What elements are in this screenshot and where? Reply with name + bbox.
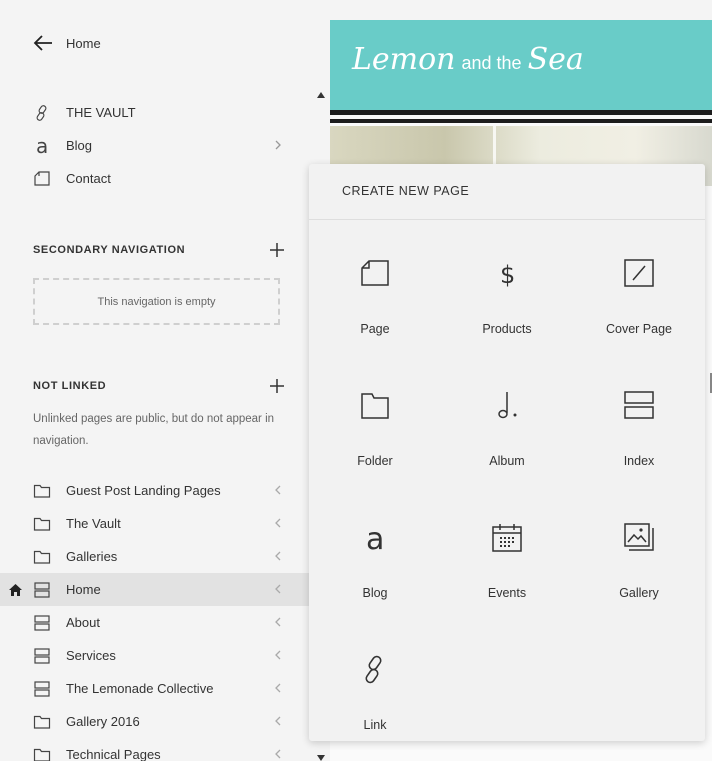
folder-icon	[33, 517, 51, 531]
index-icon	[34, 582, 50, 598]
tile-label: Link	[363, 718, 387, 732]
dollar-icon: $	[500, 261, 515, 289]
add-unlinked-page-icon[interactable]	[269, 378, 285, 394]
secondary-navigation-title: SECONDARY NAVIGATION	[33, 244, 186, 256]
secondary-navigation-empty-box[interactable]: This navigation is empty	[33, 278, 280, 325]
nav-item-label: Guest Post Landing Pages	[66, 483, 221, 498]
logo-word-sea: Sea	[527, 42, 584, 77]
not-linked-item-guest-post-landing-pages[interactable]: Guest Post Landing Pages	[0, 474, 310, 507]
folder-icon	[33, 715, 51, 729]
create-events-tile[interactable]: Events	[441, 428, 573, 600]
calendar-icon	[492, 524, 522, 552]
folder-icon	[33, 748, 51, 761]
create-products-tile[interactable]: $ Products	[441, 164, 573, 336]
empty-navigation-text: This navigation is empty	[97, 295, 216, 308]
blog-icon: a	[366, 523, 384, 553]
svg-text:a: a	[366, 523, 384, 553]
site-logo: Lemon and the Sea	[352, 42, 584, 77]
tile-label: Events	[487, 586, 527, 600]
svg-text:a: a	[36, 137, 48, 155]
banner-stripe	[330, 119, 712, 123]
create-cover-page-tile[interactable]: Cover Page	[573, 164, 705, 336]
not-linked-item-services[interactable]: Services	[0, 639, 310, 672]
nav-item-label: About	[66, 615, 100, 630]
chevron-left-icon	[275, 584, 281, 594]
create-link-tile[interactable]: Link	[309, 560, 441, 732]
chevron-left-icon	[275, 716, 281, 726]
chevron-left-icon	[275, 485, 281, 495]
index-icon	[34, 615, 50, 631]
not-linked-description: Unlinked pages are public, but do not ap…	[33, 413, 275, 447]
index-icon	[34, 681, 50, 697]
home-icon	[9, 584, 22, 596]
chevron-left-icon	[275, 749, 281, 759]
folder-icon	[33, 550, 51, 564]
back-label: Home	[66, 35, 101, 51]
logo-word-lemon: Lemon	[352, 42, 456, 77]
nav-item-contact[interactable]: Contact	[0, 162, 310, 195]
logo-word-and-the: and the	[461, 53, 522, 73]
site-banner: Lemon and the Sea	[330, 20, 712, 110]
index-icon	[624, 391, 654, 419]
scroll-up-arrow-icon[interactable]	[317, 92, 325, 98]
nav-item-label: Gallery 2016	[66, 714, 140, 729]
link-icon	[36, 105, 47, 121]
banner-stripe	[330, 110, 712, 115]
folder-icon	[361, 393, 389, 419]
page-icon	[34, 171, 50, 186]
create-blog-tile[interactable]: a Blog	[309, 428, 441, 600]
chevron-left-icon	[275, 683, 281, 693]
create-new-page-panel: CREATE NEW PAGE Page $ Products Cover Pa…	[309, 164, 705, 741]
svg-text:$: $	[500, 261, 515, 289]
nav-item-label: Blog	[66, 138, 93, 153]
nav-item-the-vault[interactable]: THE VAULT	[0, 96, 310, 129]
chevron-right-icon	[275, 140, 281, 150]
nav-item-label: The Lemonade Collective	[66, 681, 214, 696]
pages-sidebar: Home THE VAULT a Blog Contact SECONDARY …	[0, 0, 325, 761]
blog-icon: a	[36, 137, 48, 155]
add-secondary-page-icon[interactable]	[269, 242, 285, 258]
index-icon	[34, 648, 50, 664]
not-linked-item-gallery-2016[interactable]: Gallery 2016	[0, 705, 310, 738]
gallery-icon	[624, 523, 654, 551]
create-album-tile[interactable]: Album	[441, 296, 573, 468]
arrow-left-icon	[33, 35, 52, 51]
cover-page-icon	[624, 259, 654, 287]
back-to-home-button[interactable]: Home	[32, 32, 101, 54]
create-index-tile[interactable]: Index	[573, 296, 705, 468]
nav-item-label: The Vault	[66, 516, 121, 531]
nav-item-label: Contact	[66, 171, 111, 186]
create-folder-tile[interactable]: Folder	[309, 296, 441, 468]
chevron-left-icon	[275, 617, 281, 627]
nav-item-blog[interactable]: a Blog	[0, 129, 310, 162]
chevron-left-icon	[275, 551, 281, 561]
create-page-tile[interactable]: Page	[309, 164, 441, 336]
create-gallery-tile[interactable]: Gallery	[573, 428, 705, 600]
not-linked-item-the-vault[interactable]: The Vault	[0, 507, 310, 540]
nav-item-label: Technical Pages	[66, 747, 161, 761]
not-linked-item-technical-pages[interactable]: Technical Pages	[0, 738, 310, 761]
nav-item-label: Galleries	[66, 549, 118, 564]
nav-item-label: Services	[66, 648, 116, 663]
scroll-down-arrow-icon[interactable]	[317, 755, 325, 761]
nav-item-label: Home	[66, 582, 101, 597]
not-linked-item-home[interactable]: Home	[0, 573, 310, 606]
folder-icon	[33, 484, 51, 498]
not-linked-item-galleries[interactable]: Galleries	[0, 540, 310, 573]
chevron-left-icon	[275, 650, 281, 660]
not-linked-title: NOT LINKED	[33, 380, 107, 392]
page-icon	[361, 260, 389, 286]
link-icon	[365, 655, 382, 684]
not-linked-item-the-lemonade-collective[interactable]: The Lemonade Collective	[0, 672, 310, 705]
nav-item-label: THE VAULT	[66, 105, 136, 120]
not-linked-item-about[interactable]: About	[0, 606, 310, 639]
chevron-left-icon	[275, 518, 281, 528]
tile-label: Gallery	[619, 586, 659, 600]
music-note-icon	[498, 392, 517, 419]
